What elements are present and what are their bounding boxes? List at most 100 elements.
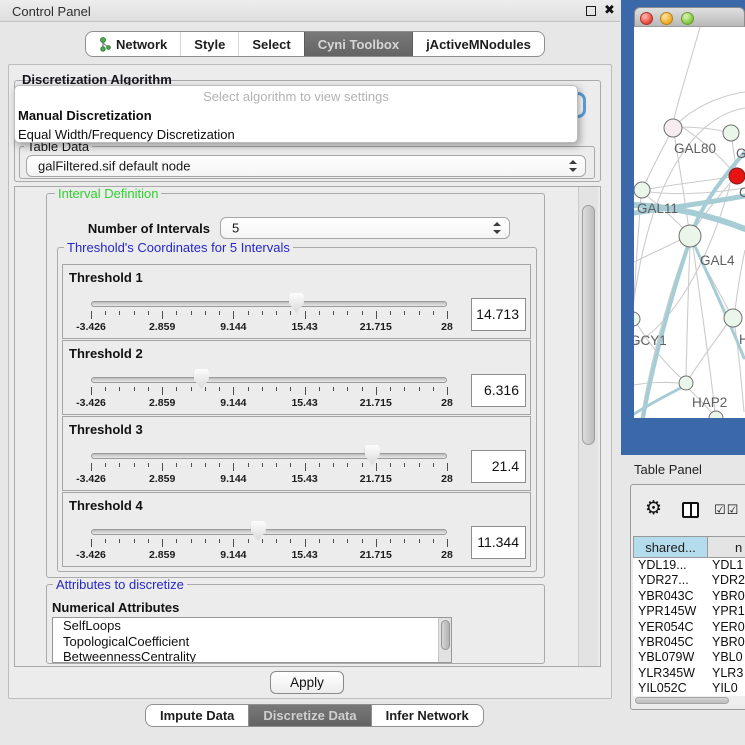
mac-minimize-button[interactable]	[660, 12, 673, 25]
threshold-3-slider[interactable]	[91, 453, 447, 459]
column-header-shared-name[interactable]: shared...	[633, 536, 708, 558]
table-data-select[interactable]: galFiltered.sif default node	[26, 155, 586, 177]
control-panel-tabs: NetworkStyleSelectCyni Toolbox jActiveMNo…	[85, 31, 545, 57]
table-row[interactable]: YBL079WYBL0	[633, 650, 745, 665]
number-of-intervals-select[interactable]: 5	[220, 217, 510, 239]
threshold-1-row: Threshold 1-3.4262.8599.14415.4321.71528…	[62, 264, 531, 339]
network-node[interactable]	[664, 119, 682, 137]
cell-shared-name[interactable]: YPR145W	[633, 604, 707, 619]
network-window-titlebar[interactable]	[634, 7, 745, 27]
tab-style[interactable]: Style	[180, 32, 238, 56]
screenshot-root: Control Panel ✖ NetworkStyleSelectCyni T…	[0, 0, 745, 745]
tab-discretize-data[interactable]: Discretize Data	[248, 705, 370, 726]
table-row[interactable]: YBR043CYBR0	[633, 589, 745, 604]
network-node[interactable]	[723, 125, 739, 141]
network-edge	[735, 250, 745, 310]
cell-shared-name[interactable]: YDR27...	[633, 573, 707, 588]
window-title: Control Panel	[12, 4, 91, 19]
cell-shared-name[interactable]: YDL19...	[633, 558, 707, 573]
tab-cyni-toolbox[interactable]: Cyni Toolbox	[304, 32, 412, 56]
checkbox-icons[interactable]: ☑☑	[714, 502, 739, 518]
float-window-icon[interactable]	[586, 6, 596, 16]
popup-option-manual-discretization[interactable]: Manual Discretization	[15, 106, 577, 125]
scrollbar-thumb[interactable]	[441, 620, 450, 650]
network-node[interactable]	[679, 225, 701, 247]
network-edge	[634, 240, 680, 262]
cell-name[interactable]: YLR3	[707, 666, 743, 681]
threshold-2-slider-thumb[interactable]	[194, 369, 209, 389]
cell-name[interactable]: YBL0	[707, 650, 743, 665]
numerical-attributes-list: SelfLoopsTopologicalCoefficientBetweenne…	[52, 617, 452, 663]
table-row[interactable]: YIL052CYIL0	[633, 681, 745, 696]
cell-shared-name[interactable]: YBR045C	[633, 635, 707, 650]
cell-name[interactable]: YER0	[707, 620, 745, 635]
threshold-2-value[interactable]: 6.316	[471, 374, 526, 407]
cell-shared-name[interactable]: YBR043C	[633, 589, 707, 604]
mac-close-button[interactable]	[640, 12, 653, 25]
threshold-3-value[interactable]: 21.4	[471, 450, 526, 483]
node-label-gal80: GAL80	[674, 141, 716, 156]
tab-jactivemnodules-label: jActiveMNodules	[426, 37, 531, 52]
control-panel-titlebar: Control Panel ✖	[0, 0, 620, 22]
table-row[interactable]: YDR27...YDR2	[633, 573, 745, 588]
tab-select[interactable]: Select	[238, 32, 303, 56]
mac-zoom-button[interactable]	[681, 12, 694, 25]
attribute-item-betweennesscentrality[interactable]: BetweennessCentrality	[53, 649, 451, 663]
cell-name[interactable]: YPR1	[707, 604, 745, 619]
attributes-list-scrollbar[interactable]	[438, 618, 451, 662]
threshold-2-slider[interactable]	[91, 377, 447, 383]
gear-icon[interactable]: ⚙	[645, 499, 662, 518]
cell-shared-name[interactable]: YER054C	[633, 620, 707, 635]
network-edge-highlighted	[634, 387, 682, 414]
column-header-name[interactable]: n	[708, 536, 745, 558]
threshold-1-slider[interactable]	[91, 301, 447, 307]
slider-tick-marks	[91, 539, 447, 548]
network-node[interactable]	[729, 168, 745, 184]
tab-infer-network[interactable]: Infer Network	[371, 705, 483, 726]
algorithm-popup-hint: Select algorithm to view settings	[15, 86, 577, 106]
table-panel-title: Table Panel	[634, 462, 702, 477]
attribute-item-topologicalcoefficient[interactable]: TopologicalCoefficient	[53, 634, 451, 650]
tab-impute-data[interactable]: Impute Data	[146, 705, 248, 726]
tab-network[interactable]: Network	[86, 32, 180, 56]
scrollbar-thumb[interactable]	[582, 205, 595, 445]
cell-shared-name[interactable]: YLR345W	[633, 666, 707, 681]
cell-name[interactable]: YBR0	[707, 635, 745, 650]
tab-jactivemnodules[interactable]: jActiveMNodules	[412, 32, 544, 56]
scrollbar-thumb[interactable]	[635, 697, 729, 704]
network-canvas[interactable]: GAL80GACGAL11GAL4GCY1HHAP2	[634, 27, 745, 418]
threshold-4-slider-thumb[interactable]	[251, 521, 266, 541]
network-edge	[693, 246, 715, 412]
network-edge	[674, 27, 700, 119]
node-label-gal4: GAL4	[700, 253, 735, 268]
threshold-3-slider-thumb[interactable]	[365, 445, 380, 465]
columns-icon[interactable]	[682, 502, 699, 518]
slider-tick-labels: -3.4262.8599.14415.4321.71528	[91, 473, 447, 485]
apply-button[interactable]: Apply	[270, 671, 344, 694]
cell-shared-name[interactable]: YBL079W	[633, 650, 707, 665]
network-node[interactable]	[634, 312, 640, 326]
threshold-4-value[interactable]: 11.344	[471, 526, 526, 559]
attribute-item-selfloops[interactable]: SelfLoops	[53, 618, 451, 634]
threshold-4-slider[interactable]	[91, 529, 447, 535]
network-node[interactable]	[679, 376, 693, 390]
table-row[interactable]: YPR145WYPR1	[633, 604, 745, 619]
settings-scrollbar[interactable]	[578, 187, 598, 666]
table-row[interactable]: YDL19...YDL1	[633, 558, 745, 573]
close-icon[interactable]: ✖	[604, 2, 615, 18]
cell-name[interactable]: YDL1	[707, 558, 743, 573]
table-row[interactable]: YER054CYER0	[633, 620, 745, 635]
table-row[interactable]: YLR345WYLR3	[633, 666, 745, 681]
cell-shared-name[interactable]: YIL052C	[633, 681, 707, 696]
threshold-1-value[interactable]: 14.713	[471, 298, 526, 331]
threshold-1-slider-thumb[interactable]	[289, 293, 304, 313]
cell-name[interactable]: YBR0	[707, 589, 745, 604]
popup-option-equal-width-frequency[interactable]: Equal Width/Frequency Discretization	[15, 125, 577, 144]
network-node[interactable]	[634, 182, 650, 198]
cell-name[interactable]: YIL0	[707, 681, 738, 696]
network-node[interactable]	[724, 309, 742, 327]
cell-name[interactable]: YDR2	[707, 573, 745, 588]
table-row[interactable]: YBR045CYBR0	[633, 635, 745, 650]
table-horizontal-scrollbar[interactable]	[633, 696, 745, 705]
network-window: GAL80GACGAL11GAL4GCY1HHAP2	[634, 7, 745, 418]
